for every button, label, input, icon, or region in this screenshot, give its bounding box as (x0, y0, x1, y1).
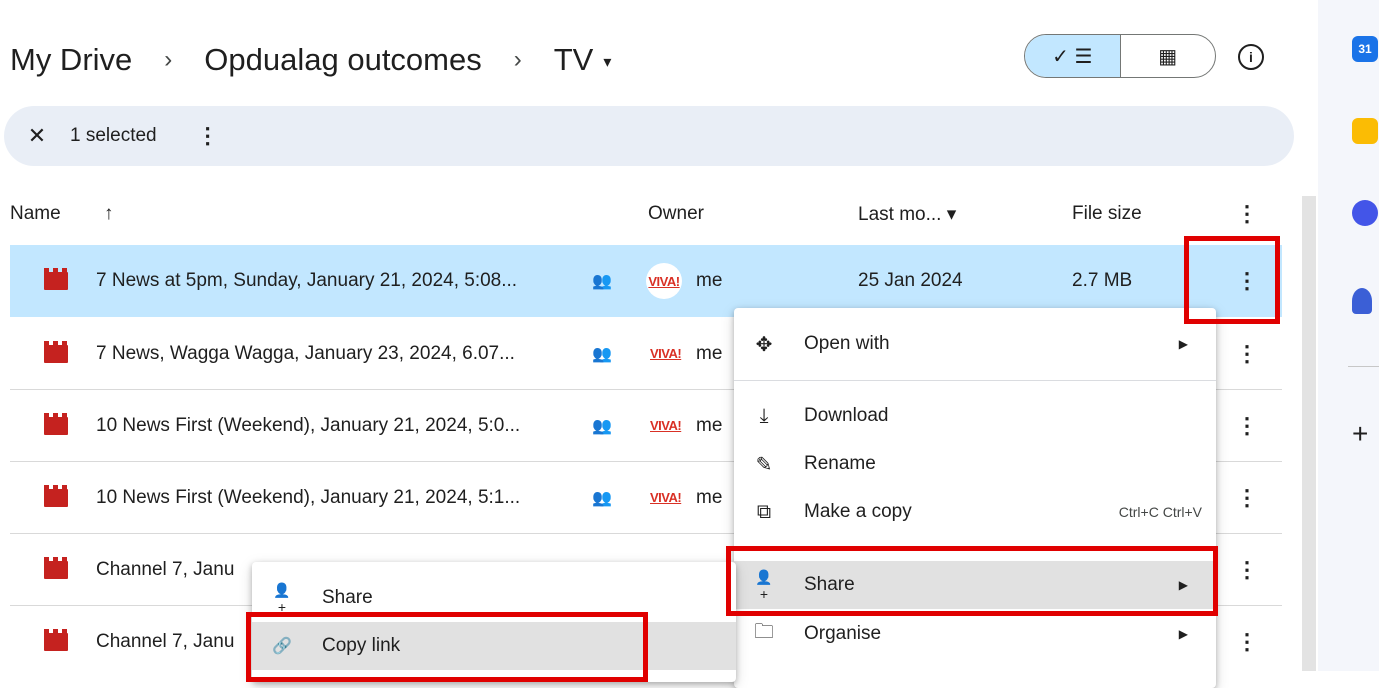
column-header-last-modified[interactable]: Last mo... ▾ (858, 196, 956, 232)
owner-name: me (696, 270, 723, 291)
view-toggle: ✓ ☰ ▦ (1024, 34, 1216, 78)
menu-item-organise[interactable]: 🗀 Organise ▶ (734, 610, 1216, 658)
menu-divider (734, 548, 1216, 549)
menu-item-open-with[interactable]: ✥ Open with ▶ (734, 320, 1216, 368)
side-panel-divider (1348, 366, 1379, 367)
shared-icon: 👥 (592, 489, 612, 507)
column-options-icon[interactable]: ⋮ (1236, 196, 1258, 232)
file-name: Channel 7, Janu (96, 631, 235, 652)
calendar-icon[interactable]: 31 (1352, 36, 1378, 62)
submenu-arrow-icon: ▶ (1178, 627, 1188, 641)
owner-avatar: VIVA! (648, 273, 680, 289)
menu-item-rename[interactable]: ✎ Rename (734, 440, 1216, 488)
video-file-icon (44, 340, 68, 363)
submenu-arrow-icon: ▶ (1178, 578, 1188, 592)
menu-item-label: Share (322, 587, 373, 608)
video-file-icon (44, 556, 68, 579)
row-more-icon[interactable]: ⋮ (1236, 534, 1258, 605)
video-file-icon (44, 629, 68, 651)
column-header-owner[interactable]: Owner (648, 196, 704, 232)
shared-icon: 👥 (592, 273, 612, 290)
link-icon: 🔗 (272, 638, 292, 655)
folder-dropdown-icon[interactable]: ▾ (603, 52, 611, 72)
add-addon-icon[interactable]: + (1352, 418, 1368, 450)
selection-more-icon[interactable]: ⋮ (197, 123, 219, 149)
owner-avatar: VIVA! (650, 418, 682, 433)
last-modified: 25 Jan 2024 (858, 270, 963, 291)
submenu-item-copy-link[interactable]: 🔗 Copy link (252, 622, 736, 670)
menu-item-label: Open with (804, 333, 890, 354)
list-view-button[interactable]: ✓ ☰ (1025, 35, 1121, 77)
copy-icon: ⧉ (756, 500, 772, 523)
file-name: 10 News First (Weekend), January 21, 202… (96, 486, 521, 508)
table-row[interactable]: 7 News at 5pm, Sunday, January 21, 2024,… (10, 245, 1282, 317)
info-icon[interactable]: i (1238, 44, 1264, 70)
column-header-name[interactable]: Name (10, 196, 61, 232)
video-file-icon (44, 484, 68, 507)
person-add-icon: 👤+ (273, 581, 291, 615)
menu-item-label: Download (804, 405, 889, 426)
submenu-arrow-icon: ▶ (1178, 337, 1188, 351)
rename-icon: ✎ (755, 453, 773, 476)
keep-icon[interactable] (1352, 118, 1378, 144)
menu-item-share[interactable]: 👤+ Share ▶ (734, 561, 1216, 609)
selection-bar: ✕ 1 selected ⋮ (4, 106, 1294, 166)
selection-count: 1 selected (70, 125, 157, 146)
scrollbar[interactable] (1302, 196, 1316, 671)
tasks-icon[interactable] (1352, 200, 1378, 226)
menu-divider (734, 380, 1216, 381)
breadcrumb-separator: › (164, 46, 173, 73)
owner-name: me (696, 414, 723, 436)
owner-name: me (696, 342, 723, 364)
file-name: 10 News First (Weekend), January 21, 202… (96, 414, 521, 436)
file-name: 7 News at 5pm, Sunday, January 21, 2024,… (96, 270, 518, 291)
owner-name: me (696, 486, 723, 508)
breadcrumb: My Drive › Opdualag outcomes › TV ▾ (10, 38, 611, 82)
owner-avatar: VIVA! (650, 490, 682, 505)
video-file-icon (44, 268, 68, 290)
shared-icon: 👥 (592, 345, 612, 363)
file-name: 7 News, Wagga Wagga, January 23, 2024, 6… (96, 342, 515, 364)
row-more-icon[interactable]: ⋮ (1236, 318, 1258, 389)
menu-item-label: Rename (804, 453, 876, 474)
row-more-icon[interactable]: ⋮ (1236, 245, 1258, 317)
row-more-icon[interactable]: ⋮ (1236, 390, 1258, 461)
share-submenu: 👤+ Share 🔗 Copy link (252, 562, 736, 682)
shared-icon: 👥 (592, 417, 612, 435)
submenu-item-share[interactable]: 👤+ Share (252, 574, 736, 622)
context-menu: ✥ Open with ▶ ⤓ Download ✎ Rename ⧉ Make… (734, 308, 1216, 688)
menu-item-label: Share (804, 574, 855, 595)
menu-item-make-a-copy[interactable]: ⧉ Make a copy Ctrl+C Ctrl+V (734, 488, 1216, 536)
move-icon: ✥ (755, 333, 773, 356)
download-icon: ⤓ (759, 404, 769, 427)
menu-item-label: Copy link (322, 635, 401, 656)
video-file-icon (44, 412, 68, 435)
contacts-icon[interactable] (1352, 288, 1372, 314)
breadcrumb-tv[interactable]: TV (554, 42, 594, 78)
menu-item-label: Organise (804, 623, 882, 644)
breadcrumb-my-drive[interactable]: My Drive (10, 42, 132, 78)
file-size: 2.7 MB (1072, 270, 1133, 291)
breadcrumb-separator: › (513, 46, 522, 73)
sort-arrow-icon[interactable]: ↑ (104, 196, 114, 232)
row-more-icon[interactable]: ⋮ (1236, 462, 1258, 533)
person-add-icon: 👤+ (755, 568, 773, 602)
menu-item-label: Make a copy (804, 501, 912, 522)
menu-item-download[interactable]: ⤓ Download (734, 392, 1216, 440)
shortcut-text: Ctrl+C Ctrl+V (1118, 504, 1202, 520)
grid-view-button[interactable]: ▦ (1121, 35, 1216, 77)
clear-selection-icon[interactable]: ✕ (24, 123, 50, 149)
side-panel: 31 + (1318, 0, 1379, 671)
breadcrumb-opdualag-outcomes[interactable]: Opdualag outcomes (204, 42, 481, 78)
file-name: Channel 7, Janu (96, 558, 235, 580)
column-header-file-size[interactable]: File size (1072, 196, 1142, 232)
row-more-icon[interactable]: ⋮ (1236, 606, 1258, 678)
owner-avatar: VIVA! (650, 346, 682, 361)
folder-icon: 🗀 (754, 621, 774, 643)
